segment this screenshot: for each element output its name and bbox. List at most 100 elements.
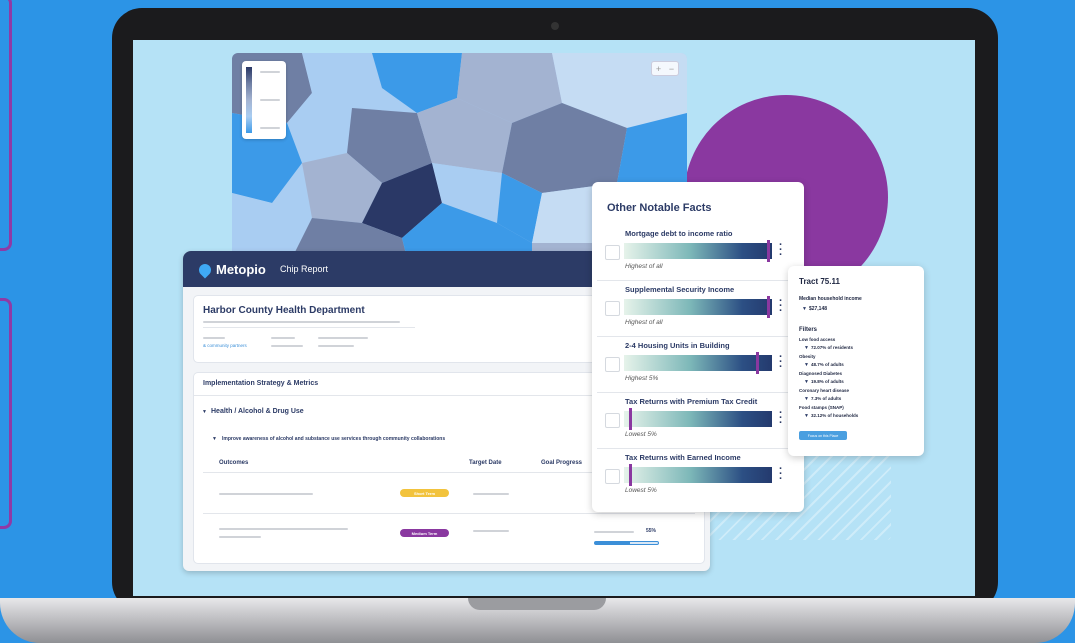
- col-goal-progress: Goal Progress: [541, 460, 583, 466]
- filter-icon: ▼: [804, 362, 809, 368]
- chevron-down-icon[interactable]: ▼: [212, 436, 217, 442]
- fact-checkbox[interactable]: [605, 357, 620, 372]
- fact-marker: [628, 408, 632, 430]
- fact-checkbox[interactable]: [605, 413, 620, 428]
- fact-marker: [628, 464, 632, 486]
- fact-note: Lowest 5%: [625, 431, 657, 438]
- nav-chip-report[interactable]: Chip Report: [280, 264, 328, 274]
- filter-name: Coronary heart disease: [799, 388, 850, 393]
- more-options-icon[interactable]: · · ·: [779, 240, 783, 261]
- more-options-icon[interactable]: · · ·: [779, 352, 783, 373]
- decor-frame-bottom-left: [0, 298, 12, 529]
- placeholder-line: [203, 337, 225, 339]
- filter-value: ▼ 32.12% of households: [804, 413, 859, 419]
- fact-item[interactable]: 2-4 Housing Units in Building · · · Highes…: [592, 341, 804, 398]
- filter-value: ▼ 7.3% of adults: [804, 396, 842, 402]
- term-badge: Short Term: [400, 489, 449, 497]
- filter-name: Low food access: [799, 337, 836, 342]
- section-title: Implementation Strategy & Metrics: [203, 380, 319, 387]
- goal-text[interactable]: Improve awareness of alcohol and substan…: [222, 436, 445, 442]
- filter-value: ▼ 19.8% of adults: [804, 379, 844, 385]
- placeholder-line: [318, 337, 368, 339]
- placeholder-line: [219, 493, 313, 495]
- col-target-date: Target Date: [469, 460, 502, 466]
- divider: [597, 280, 799, 281]
- fact-item[interactable]: Tax Returns with Earned Income · · · Lowes…: [592, 453, 804, 510]
- more-options-icon[interactable]: · · ·: [779, 296, 783, 317]
- placeholder-line: [594, 531, 634, 533]
- organization-name: Harbor County Health Department: [203, 305, 365, 316]
- fact-gradient-bar: [624, 467, 772, 483]
- fact-label: Mortgage debt to income ratio: [625, 229, 733, 238]
- filter-name: Diagnosed Diabetes: [799, 371, 843, 376]
- divider: [597, 448, 799, 449]
- fact-gradient-bar: [624, 411, 772, 427]
- fact-item[interactable]: Supplemental Security Income · · · Highest…: [592, 285, 804, 342]
- chevron-down-icon[interactable]: ▼: [202, 409, 207, 415]
- divider: [597, 336, 799, 337]
- fact-label: Tax Returns with Earned Income: [625, 453, 741, 462]
- fact-gradient-bar: [624, 243, 772, 259]
- focus-place-button[interactable]: Focus on this Place: [799, 431, 847, 440]
- zoom-out-button[interactable]: −: [669, 64, 674, 74]
- placeholder-line: [203, 321, 400, 323]
- more-options-icon[interactable]: · · ·: [779, 408, 783, 429]
- fact-gradient-bar: [624, 355, 772, 371]
- fact-label: 2-4 Housing Units in Building: [625, 341, 730, 350]
- fact-checkbox[interactable]: [605, 245, 620, 260]
- filters-label: Filters: [799, 327, 818, 333]
- placeholder-line: [219, 528, 348, 530]
- zoom-in-button[interactable]: +: [656, 64, 661, 74]
- filter-icon: ▼: [804, 345, 809, 351]
- laptop-camera: [551, 22, 559, 30]
- filter-icon: ▼: [804, 413, 809, 419]
- filter-icon: ▼: [804, 396, 809, 402]
- filter-name: Obesity: [799, 354, 816, 359]
- community-partners-link[interactable]: & community partners: [203, 343, 247, 348]
- fact-item[interactable]: Tax Returns with Premium Tax Credit · · · …: [592, 397, 804, 454]
- progress-fill: [595, 542, 630, 544]
- fact-gradient-bar: [624, 299, 772, 315]
- fact-checkbox[interactable]: [605, 301, 620, 316]
- fact-marker: [766, 296, 770, 318]
- filter-value: ▼ 48.7% of adults: [804, 362, 844, 368]
- fact-note: Highest of all: [625, 319, 663, 326]
- map-pin-icon: [196, 261, 214, 278]
- fact-label: Tax Returns with Premium Tax Credit: [625, 397, 758, 406]
- decor-frame-top-left: [0, 0, 12, 251]
- fact-note: Highest 5%: [625, 375, 659, 382]
- progress-label: 55%: [646, 528, 657, 534]
- fact-label: Supplemental Security Income: [625, 285, 735, 294]
- divider: [203, 327, 415, 328]
- placeholder-line: [271, 337, 295, 339]
- col-outcomes: Outcomes: [219, 460, 249, 466]
- metopio-logo[interactable]: Metopio: [196, 261, 266, 278]
- fact-marker: [756, 352, 760, 374]
- tract-title: Tract 75.11: [799, 277, 840, 286]
- median-income-value: ▼ $27,148: [802, 306, 828, 312]
- fact-checkbox[interactable]: [605, 469, 620, 484]
- fact-note: Highest of all: [625, 263, 663, 270]
- placeholder-line: [473, 530, 509, 532]
- median-income-label: Median household income: [799, 296, 862, 302]
- tract-tooltip: Tract 75.11 Median household income ▼ $27…: [788, 266, 924, 456]
- table-row[interactable]: Medium Term 55%: [194, 514, 704, 554]
- map-zoom-control[interactable]: + −: [651, 61, 679, 76]
- term-badge: Medium Term: [400, 529, 449, 537]
- notable-facts-panel: Other Notable Facts Mortgage debt to inc…: [592, 182, 804, 512]
- fact-item[interactable]: Mortgage debt to income ratio · · · Highes…: [592, 229, 804, 286]
- map-legend: [242, 61, 286, 139]
- divider: [597, 392, 799, 393]
- placeholder-line: [219, 536, 261, 538]
- filter-icon: ▼: [804, 379, 809, 385]
- filter-name: Food stamps (SNAP): [799, 405, 844, 410]
- laptop-base-notch: [468, 598, 606, 610]
- filter-icon: ▼: [802, 306, 807, 312]
- fact-marker: [766, 240, 770, 262]
- category-label[interactable]: Health / Alcohol & Drug Use: [211, 408, 304, 415]
- placeholder-line: [318, 345, 354, 347]
- fact-note: Lowest 5%: [625, 487, 657, 494]
- placeholder-line: [271, 345, 303, 347]
- facts-title: Other Notable Facts: [607, 202, 712, 214]
- more-options-icon[interactable]: · · ·: [779, 464, 783, 485]
